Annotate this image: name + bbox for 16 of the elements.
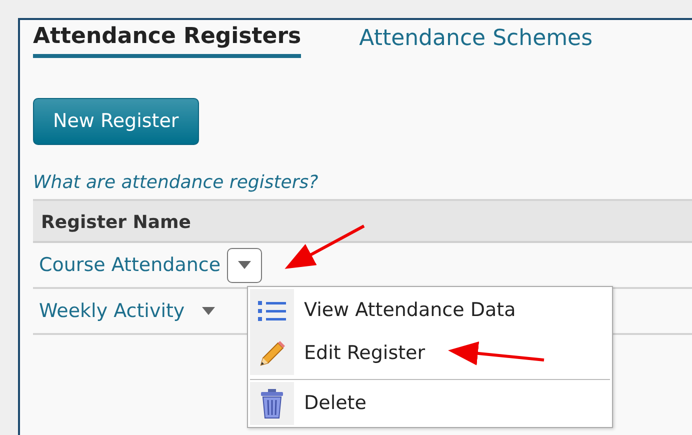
dropdown-button[interactable] <box>226 248 262 282</box>
caret-icon <box>238 261 251 269</box>
trash-icon <box>260 388 284 418</box>
caret-icon <box>202 307 215 315</box>
register-link[interactable]: Weekly Activity <box>39 296 185 326</box>
column-header: Register Name <box>33 199 692 243</box>
pencil-icon <box>258 340 286 368</box>
register-link[interactable]: Course Attendance <box>39 250 221 280</box>
tab[interactable]: Attendance Schemes <box>359 20 593 58</box>
menu-item[interactable]: Delete <box>250 382 610 425</box>
new-register-button[interactable]: New Register <box>33 98 199 145</box>
list-icon <box>258 300 286 322</box>
menu-item[interactable]: Edit Register <box>250 332 610 375</box>
help-link[interactable]: What are attendance registers? <box>33 169 318 196</box>
tab[interactable]: Attendance Registers <box>33 20 302 58</box>
menu-item[interactable]: View Attendance Data <box>250 289 610 332</box>
